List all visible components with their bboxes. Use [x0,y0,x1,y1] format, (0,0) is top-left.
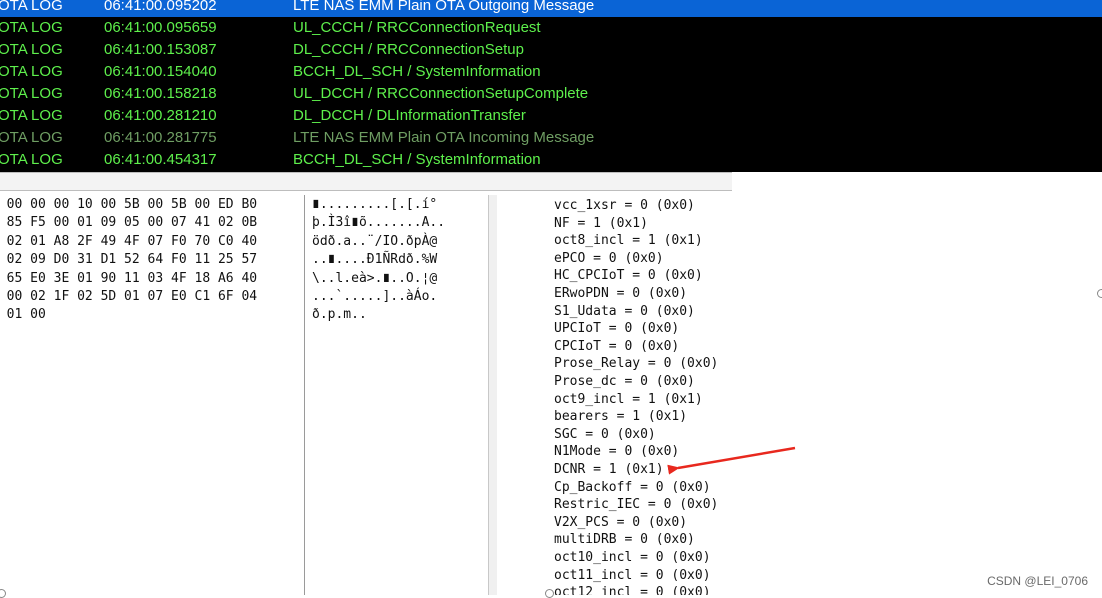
decoded-field-line: CPCIoT = 0 (0x0) [554,338,680,354]
ascii-line: þ.Ì3î∎õ.......A.. [312,215,446,231]
log-bottom-blank [732,172,1102,190]
log-time-cell: 06:41:00.095202 [104,0,217,14]
log-time-cell: 06:41:00.154040 [104,63,217,80]
log-type-cell: OTA LOG [0,85,63,102]
hex-line: 5 02 09 D0 31 D1 52 64 F0 11 25 57 [0,252,258,268]
decoded-field-line: multiDRB = 0 (0x0) [554,532,695,548]
log-type-cell: OTA LOG [0,107,63,124]
decoded-field-line: S1_Udata = 0 (0x0) [554,303,695,319]
decoded-field-line: oct12_incl = 0 (0x0) [554,585,711,595]
ascii-line: ..∎....Ð1ÑRdð.%W [312,252,438,268]
log-row[interactable]: OTA LOG 06:41:00.158218 UL_DCCH / RRCConne… [0,83,732,105]
log-time-cell: 06:41:00.281210 [104,107,217,124]
ascii-dump-pane[interactable]: ∎.........[.[.í° þ.Ì3î∎õ.......A.. ödð.a..… [306,195,488,595]
watermark: CSDN @LEI_0706 [987,574,1088,588]
log-type-cell: OTA LOG [0,151,63,168]
log-row[interactable]: OTA LOG 06:41:00.154040 BCCH_DL_SCH / Syst… [0,61,732,83]
log-row[interactable]: OTA LOG 06:41:00.281775 LTE NAS EMM Plain … [0,127,732,149]
decoded-field-line: Restric_IEC = 0 (0x0) [554,497,719,513]
log-type-cell: OTA LOG [0,19,63,36]
log-table-extension [732,0,1102,172]
log-channel-cell: BCCH_DL_SCH / SystemInformation [293,63,541,80]
decoded-field-line: bearers = 1 (0x1) [554,409,688,425]
log-channel-cell: DL_CCCH / RRCConnectionSetup [293,41,524,58]
log-time-cell: 06:41:00.281775 [104,129,217,146]
decoded-field-line: Prose_Relay = 0 (0x0) [554,356,719,372]
hex-dump-pane[interactable]: 1 00 00 00 10 00 5B 00 5B 00 ED B0 E 85 F… [0,195,305,595]
log-horizontal-scrollbar[interactable] [0,172,732,191]
hex-line: 4 00 02 1F 02 5D 01 07 E0 C1 6F 04 [0,289,258,304]
ascii-line: \..l.eà>.∎..O.¦@ [312,270,438,286]
log-row[interactable]: OTA LOG 06:41:00.281210 DL_DCCH / DLInform… [0,105,732,127]
ascii-line: ∎.........[.[.í° [312,197,438,212]
hex-line: E 85 F5 00 01 09 05 00 07 41 02 0B [0,215,258,231]
ascii-line: ödð.a..¨/IO.ðpÀ@ [312,233,438,249]
ota-log-table[interactable]: OTA LOG 06:41:00.095202 LTE NAS EMM Plain … [0,0,732,172]
decoded-field-line: oct8_incl = 1 (0x1) [554,233,703,249]
log-selected-row-extension [732,0,1102,17]
decoded-field-line: oct9_incl = 1 (0x1) [554,391,703,407]
hex-line: 1 00 00 00 10 00 5B 00 5B 00 ED B0 [0,197,258,212]
log-channel-cell: BCCH_DL_SCH / SystemInformation [293,151,541,168]
log-type-cell: OTA LOG [0,0,63,14]
decoded-field-line: UPCIoT = 0 (0x0) [554,321,680,337]
log-row[interactable]: OTA LOG 06:41:00.454317 BCCH_DL_SCH / Syst… [0,149,732,171]
resize-handle-right[interactable] [1097,289,1102,298]
decoded-field-line: ERwoPDN = 0 (0x0) [554,286,688,301]
decoded-field-line: NF = 1 (0x1) [554,215,648,231]
resize-handle-bottom[interactable] [545,589,554,598]
log-channel-cell: UL_DCCH / RRCConnectionSetupComplete [293,85,589,102]
decoded-field-line: Cp_Backoff = 0 (0x0) [554,479,711,495]
log-channel-cell: LTE NAS EMM Plain OTA Incoming Message [293,129,595,146]
decoded-field-line: V2X_PCS = 0 (0x0) [554,514,688,530]
resize-handle-bottom-left[interactable] [0,589,6,598]
log-type-cell: OTA LOG [0,129,63,146]
log-time-cell: 06:41:00.454317 [104,151,217,168]
log-row[interactable]: OTA LOG 06:41:00.095659 UL_CCCH / RRCConne… [0,17,732,39]
decoded-field-line: SGC = 0 (0x0) [554,426,656,442]
decoded-field-line: vcc_1xsr = 0 (0x0) [554,198,695,213]
hex-line: 4 65 E0 3E 01 90 11 03 4F 18 A6 40 [0,270,258,286]
decoded-message-pane[interactable]: vcc_1xsr = 0 (0x0) NF = 1 (0x1) oct8_incl … [497,195,1102,595]
log-type-cell: OTA LOG [0,63,63,80]
decoded-field-line: oct11_incl = 0 (0x0) [554,567,711,583]
log-channel-cell: DL_DCCH / DLInformationTransfer [293,107,526,124]
decoded-field-line: DCNR = 1 (0x1) [554,462,664,477]
decoded-field-line: Prose_dc = 0 (0x0) [554,374,695,389]
decoded-field-line: ePCO = 0 (0x0) [554,250,664,266]
log-channel-cell: LTE NAS EMM Plain OTA Outgoing Message [293,0,595,14]
log-row[interactable]: OTA LOG 06:41:00.153087 DL_CCCH / RRCConne… [0,39,732,61]
decoded-field-line: oct10_incl = 0 (0x0) [554,550,711,565]
log-row[interactable]: OTA LOG 06:41:00.095202 LTE NAS EMM Plain … [0,0,732,17]
log-type-cell: OTA LOG [0,41,63,58]
log-channel-cell: UL_CCCH / RRCConnectionRequest [293,19,541,36]
ascii-line: ...`.....]..àÁo. [312,289,438,304]
ascii-line: ð.p.m.. [312,307,367,323]
log-time-cell: 06:41:00.153087 [104,41,217,58]
log-time-cell: 06:41:00.158218 [104,85,217,102]
hex-line: 1 02 01 A8 2F 49 4F 07 F0 70 C0 40 [0,233,258,249]
decoded-field-line: HC_CPCIoT = 0 (0x0) [554,268,703,284]
decoded-field-line: N1Mode = 0 (0x0) [554,444,680,460]
log-time-cell: 06:41:00.095659 [104,19,217,36]
hex-line: D 01 00 [6,307,46,323]
